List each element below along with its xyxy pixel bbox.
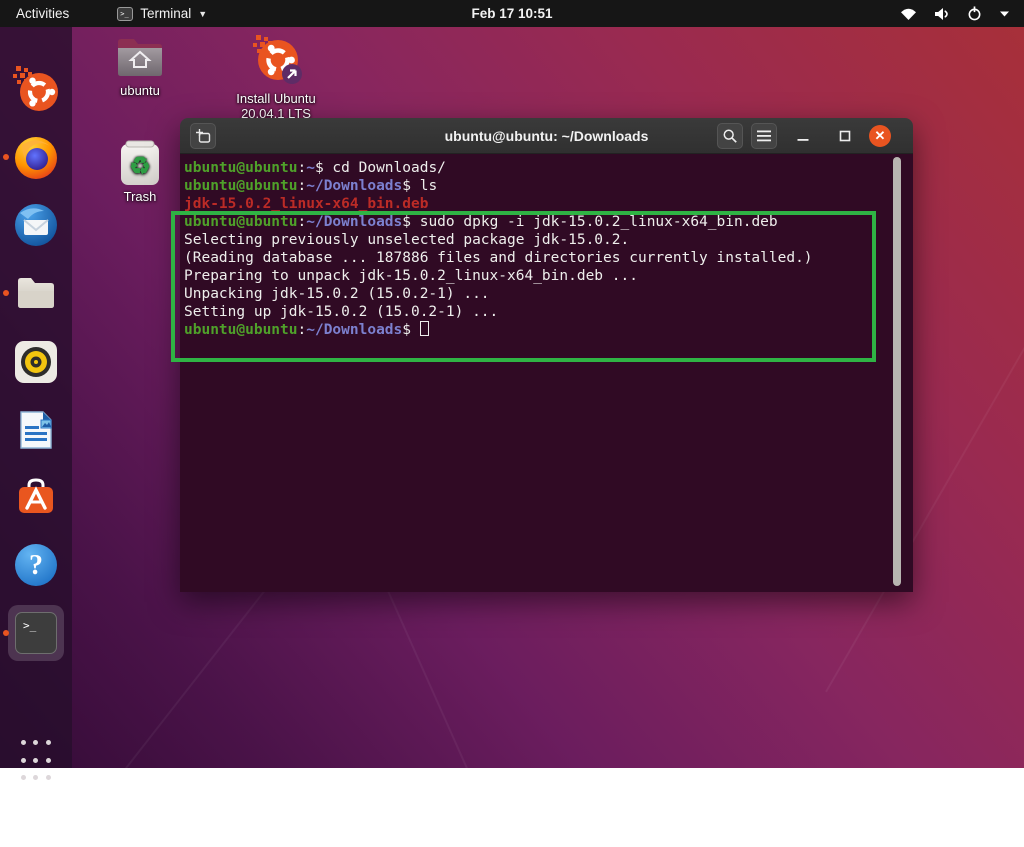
power-icon	[968, 6, 981, 21]
files-icon	[18, 278, 54, 308]
trash-icon: ♻	[121, 140, 159, 185]
terminal-icon: >_	[15, 612, 57, 654]
terminal-line: Unpacking jdk-15.0.2 (15.0.2-1) ...	[184, 286, 490, 302]
desktop-icon-label: Trash	[123, 189, 157, 204]
terminal-line: Preparing to unpack jdk-15.0.2_linux-x64…	[184, 268, 638, 284]
chevron-down-icon: ▼	[198, 8, 208, 19]
terminal-titlebar[interactable]: ubuntu@ubuntu: ~/Downloads ✕	[180, 118, 913, 154]
top-bar: Activities >_ Terminal ▼ Feb 17 10:51	[0, 0, 1024, 27]
chevron-down-icon	[1000, 11, 1009, 16]
minimize-icon	[797, 139, 809, 141]
menu-button[interactable]	[751, 123, 777, 149]
dock-item-terminal[interactable]: >_	[8, 605, 64, 661]
running-indicator	[3, 290, 9, 296]
search-icon	[723, 129, 737, 143]
firefox-icon	[15, 137, 57, 179]
svg-text:♻: ♻	[129, 153, 151, 180]
desktop-icon-label-line1: Install Ubuntu	[236, 91, 316, 106]
terminal-line: (Reading database ... 187886 files and d…	[184, 250, 813, 266]
volume-icon	[935, 7, 948, 20]
terminal-line: Selecting previously unselected package …	[184, 232, 630, 248]
terminal-line: Setting up jdk-15.0.2 (15.0.2-1) ...	[184, 304, 499, 320]
home-folder-icon	[118, 39, 162, 76]
new-tab-button[interactable]	[190, 123, 216, 149]
thunderbird-icon	[15, 204, 57, 246]
app-menu-label: Terminal	[140, 6, 192, 21]
dock-item-help[interactable]: ?	[12, 541, 60, 589]
libreoffice-writer-icon	[20, 411, 52, 449]
ubuntu-logo-icon	[13, 66, 58, 111]
terminal-content[interactable]: ubuntu@ubuntu:~$ cd Downloads/ubuntu@ubu…	[180, 154, 913, 592]
rhythmbox-icon	[15, 341, 57, 383]
terminal-cursor	[419, 321, 429, 336]
ubuntu-software-icon	[19, 478, 53, 513]
desktop-icon-home[interactable]: ubuntu	[98, 34, 182, 98]
dock-item-firefox[interactable]	[12, 133, 60, 181]
dock-item-files[interactable]	[12, 269, 60, 317]
activities-button[interactable]: Activities	[0, 0, 85, 27]
terminal-line: ubuntu@ubuntu:~/Downloads$	[184, 321, 913, 339]
maximize-icon	[839, 130, 851, 142]
system-status-area[interactable]	[900, 0, 1024, 27]
wifi-icon	[901, 8, 916, 20]
close-button[interactable]: ✕	[869, 125, 891, 147]
help-icon: ?	[15, 544, 57, 586]
dock: ? >_	[0, 27, 72, 780]
show-applications-button[interactable]	[16, 738, 56, 782]
running-indicator	[3, 630, 9, 636]
search-button[interactable]	[717, 123, 743, 149]
terminal-line: ubuntu@ubuntu:~$ cd Downloads/	[184, 160, 446, 176]
terminal-line: ubuntu@ubuntu:~/Downloads$ sudo dpkg -i …	[184, 214, 778, 230]
dock-item-rhythmbox[interactable]	[12, 338, 60, 386]
dock-item-thunderbird[interactable]	[12, 201, 60, 249]
maximize-button[interactable]	[832, 123, 858, 149]
app-menu-terminal[interactable]: >_ Terminal ▼	[109, 0, 215, 27]
dock-item-ubuntu-logo[interactable]	[12, 65, 60, 113]
svg-text:?: ?	[29, 550, 43, 581]
minimize-button[interactable]	[790, 123, 816, 149]
desktop-icon-trash[interactable]: ♻ Trash	[108, 140, 172, 204]
close-icon: ✕	[874, 128, 886, 143]
terminal-line: ubuntu@ubuntu:~/Downloads$ ls	[184, 178, 438, 194]
hamburger-icon	[757, 130, 771, 142]
terminal-line: jdk-15.0.2_linux-x64_bin.deb	[184, 196, 429, 212]
running-indicator	[3, 154, 9, 160]
terminal-scrollbar[interactable]	[893, 157, 901, 586]
dock-item-libreoffice-writer[interactable]	[12, 406, 60, 454]
desktop-icon-install-ubuntu[interactable]: Install Ubuntu 20.04.1 LTS	[226, 32, 326, 121]
desktop-icon-label: ubuntu	[120, 83, 160, 98]
terminal-window: ubuntu@ubuntu: ~/Downloads ✕ ubuntu@ubun…	[180, 118, 913, 592]
install-ubuntu-icon	[253, 35, 302, 84]
dock-item-ubuntu-software[interactable]	[12, 473, 60, 521]
terminal-mini-icon: >_	[117, 6, 134, 21]
